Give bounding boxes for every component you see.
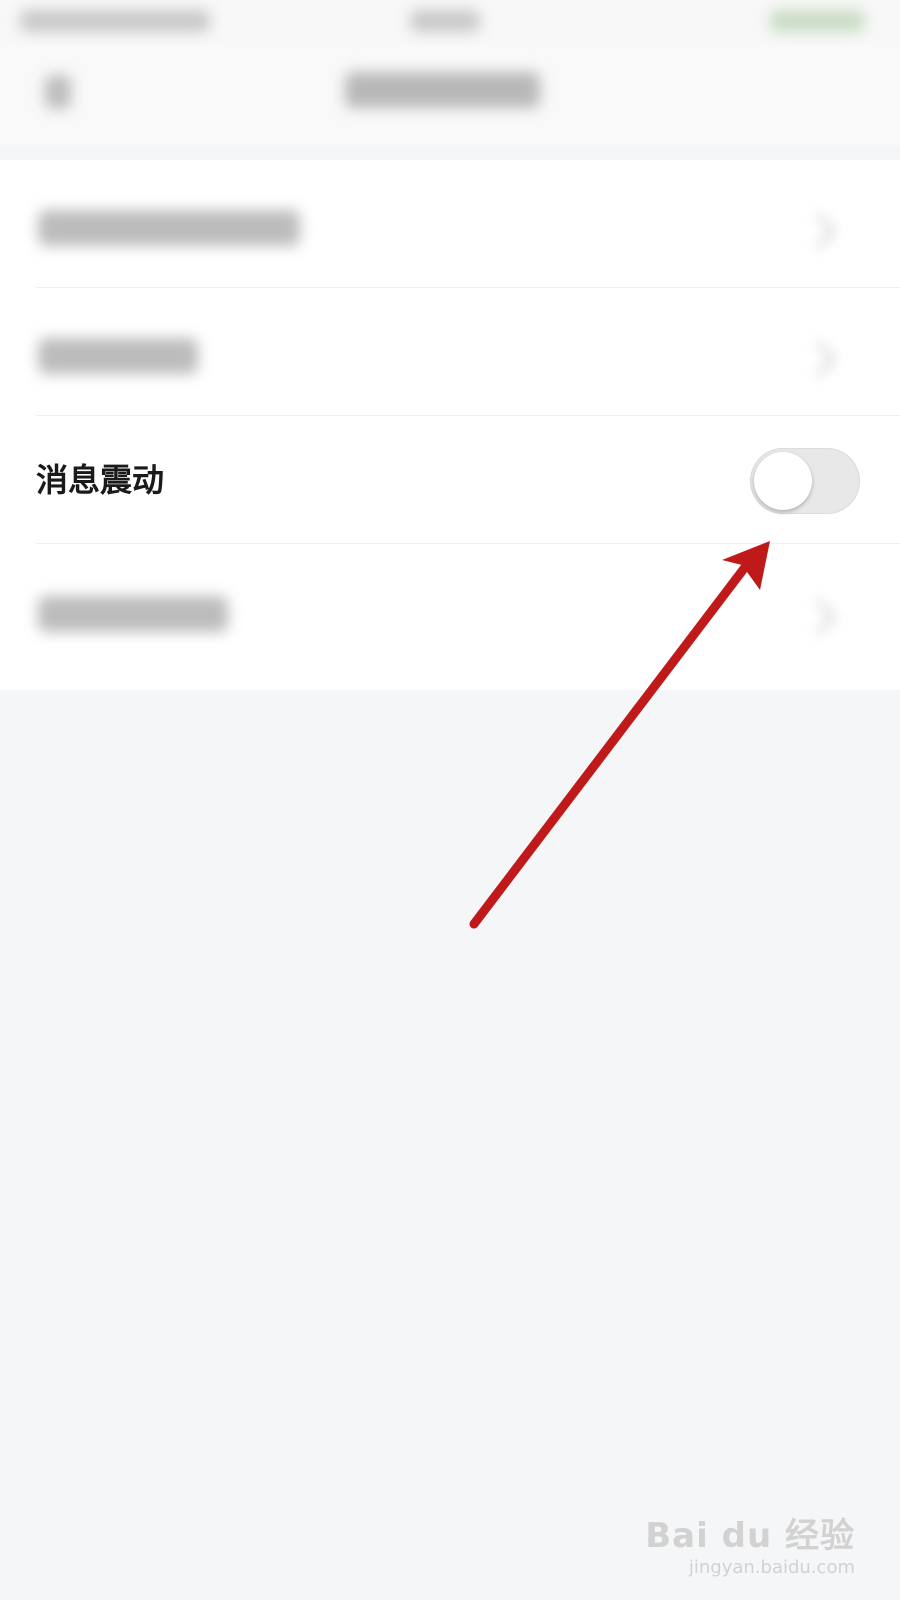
watermark: Bai du 经验 jingyan.baidu.com <box>645 1508 855 1578</box>
message-vibration-row: 消息震动 <box>0 416 900 544</box>
row-label-blurred <box>38 338 198 374</box>
message-vibration-label: 消息震动 <box>36 461 165 499</box>
battery-icon <box>770 10 865 32</box>
watermark-url: jingyan.baidu.com <box>688 1557 855 1578</box>
list-item[interactable] <box>0 288 900 416</box>
chevron-right-icon <box>799 212 837 250</box>
back-arrow-icon[interactable] <box>45 75 71 109</box>
list-item[interactable] <box>0 160 900 288</box>
status-center-blurred <box>410 10 480 32</box>
page-title-blurred <box>345 72 540 108</box>
nav-bar <box>0 45 900 145</box>
status-bar <box>0 0 900 45</box>
chevron-right-icon <box>799 340 837 378</box>
toggle-knob <box>754 452 812 510</box>
message-vibration-toggle[interactable] <box>750 448 860 514</box>
chevron-right-icon <box>799 598 837 636</box>
row-label-blurred <box>38 596 228 632</box>
status-time-blurred <box>20 10 210 32</box>
row-label-blurred <box>38 210 300 246</box>
watermark-logo: Bai du 经验 <box>645 1516 855 1556</box>
settings-list: 消息震动 <box>0 160 900 690</box>
list-item[interactable] <box>0 544 900 672</box>
